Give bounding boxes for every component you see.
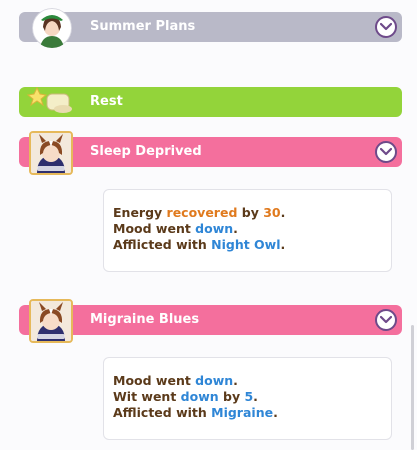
event-title: Rest [90, 94, 123, 109]
chevron-down-icon[interactable] [375, 16, 397, 38]
event-bar-summer-plans[interactable]: Summer Plans [19, 12, 402, 42]
event-result-card: Energy recovered by 30. Mood went down. … [103, 189, 392, 272]
chevron-down-icon[interactable] [375, 141, 397, 163]
effect-line: Afflicted with Night Owl. [113, 237, 286, 252]
event-title: Migraine Blues [90, 312, 200, 327]
event-title: Summer Plans [90, 19, 196, 34]
event-title: Sleep Deprived [90, 144, 202, 159]
event-result-card: Mood went down. Wit went down by 5. Affl… [103, 357, 392, 440]
trainer-avatar [32, 8, 72, 48]
scrollbar-thumb[interactable] [411, 325, 414, 450]
event-bar-sleep-deprived[interactable]: Sleep Deprived [19, 137, 402, 167]
rest-icon [26, 84, 75, 118]
effect-line: Afflicted with Migraine. [113, 405, 278, 420]
chevron-down-icon[interactable] [375, 309, 397, 331]
effect-line: Energy recovered by 30. [113, 205, 286, 220]
character-portrait [29, 299, 73, 343]
effect-line: Mood went down. [113, 221, 238, 236]
event-bar-migraine-blues[interactable]: Migraine Blues [19, 305, 402, 335]
effect-line: Mood went down. [113, 373, 238, 388]
effect-line: Wit went down by 5. [113, 389, 258, 404]
event-bar-rest: Rest [19, 87, 402, 117]
character-portrait [29, 131, 73, 175]
